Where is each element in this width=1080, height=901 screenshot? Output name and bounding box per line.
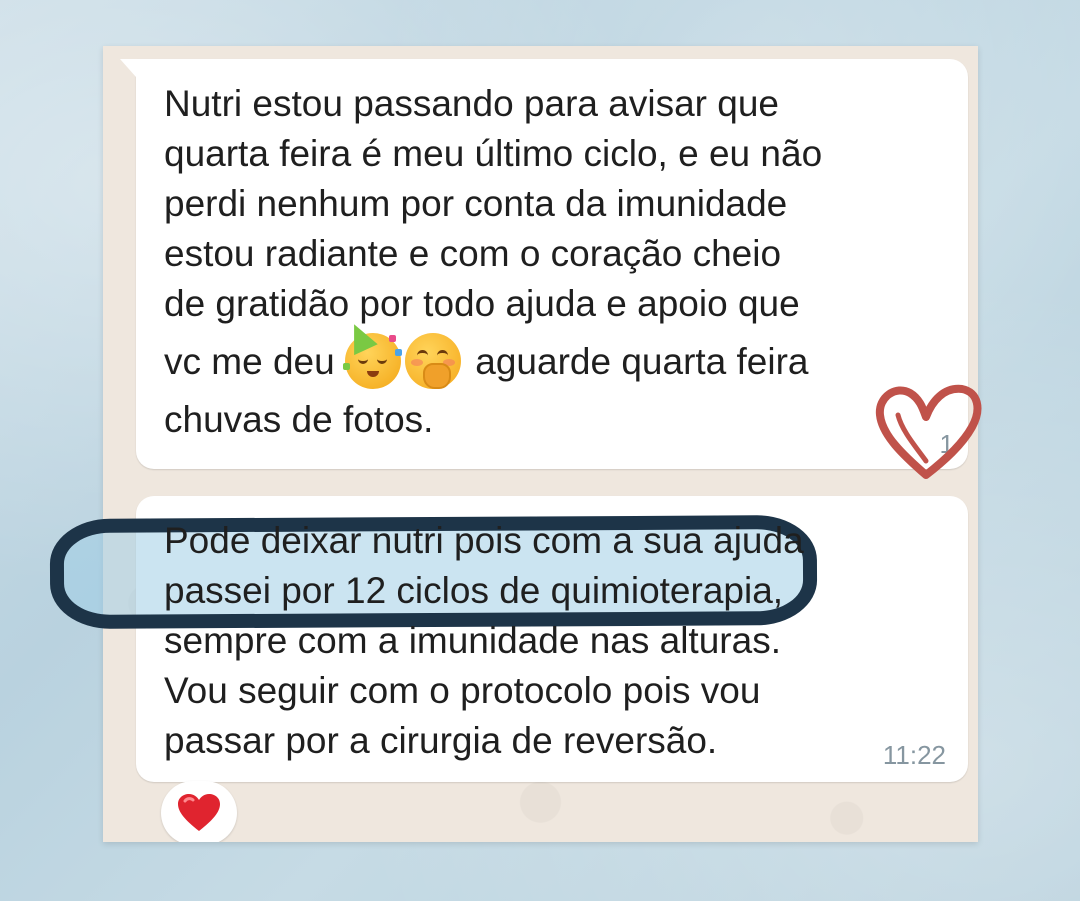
message-line: sempre com a imunidade nas alturas. — [164, 620, 781, 661]
message-line: estou radiante e com o coração cheio — [164, 233, 782, 274]
message-line-with-emojis: vc me deu aguarde quarta feira — [164, 319, 944, 395]
message-line: de gratidão por todo ajuda e apoio que — [164, 283, 800, 324]
message-line: quarta feira é meu último ciclo, e eu nã… — [164, 133, 823, 174]
message-line: Pode deixar nutri pois com a sua ajuda — [164, 520, 804, 561]
reply-message-bubble[interactable]: Pode deixar nutri pois com a sua ajuda p… — [136, 496, 968, 782]
received-message-text: Nutri estou passando para avisar que qua… — [164, 79, 944, 445]
heart-doodle-icon — [875, 384, 982, 479]
message-line: passei por 12 ciclos de quimioterapia, — [164, 570, 784, 611]
message-line: chuvas de fotos. — [164, 399, 434, 440]
message-fragment: vc me deu — [164, 341, 335, 382]
message-line: Nutri estou passando para avisar que — [164, 83, 779, 124]
message-line: Vou seguir com o protocolo pois vou — [164, 670, 761, 711]
bubble-tail — [120, 59, 136, 77]
message-line: perdi nenhum por conta da imunidade — [164, 183, 788, 224]
received-message-bubble[interactable]: Nutri estou passando para avisar que qua… — [120, 59, 968, 469]
partying-face-icon — [342, 319, 402, 390]
red-heart-icon — [178, 794, 220, 831]
message-line: passar por a cirurgia de reversão. — [164, 720, 718, 761]
message-reaction[interactable] — [161, 781, 237, 842]
chat-screenshot: Nutri estou passando para avisar que qua… — [103, 46, 978, 842]
message-fragment: aguarde quarta feira — [475, 341, 809, 382]
reply-message-text: Pode deixar nutri pois com a sua ajuda p… — [164, 516, 944, 766]
face-with-hand-over-mouth-icon — [404, 333, 461, 390]
